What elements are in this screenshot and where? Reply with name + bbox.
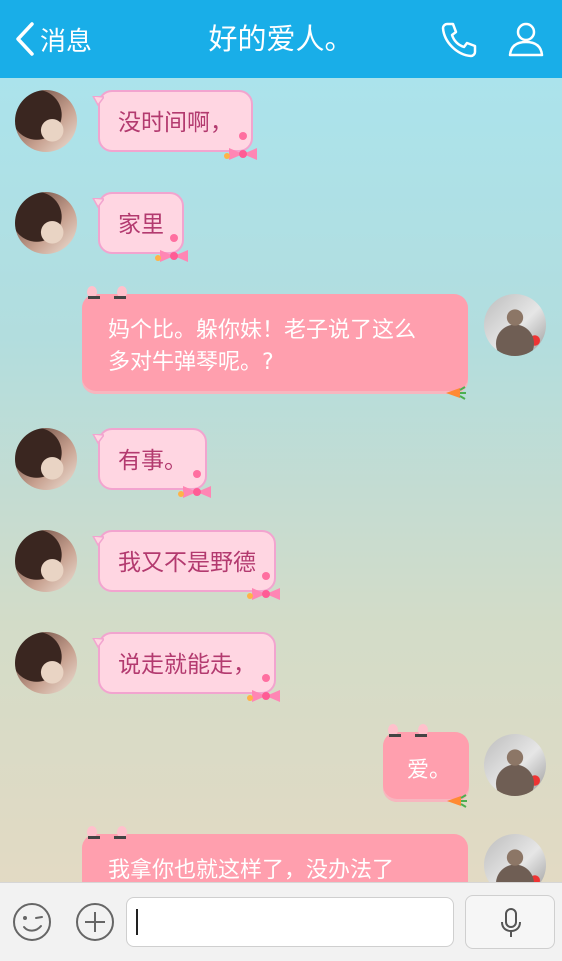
message-text-line: 爱。 — [407, 758, 452, 783]
voice-button[interactable] — [465, 895, 555, 949]
text-cursor — [136, 909, 138, 935]
user-avatar[interactable] — [484, 734, 546, 796]
message-text-line: 妈个比。躲你妹！老子说了这么 — [108, 318, 417, 343]
outgoing-message-bubble[interactable]: 爱。 — [383, 724, 469, 808]
back-button[interactable]: 消息 — [12, 18, 92, 60]
chevron-left-icon — [16, 22, 34, 56]
strawberry-bow-icon — [247, 572, 280, 600]
incoming-message-bubble[interactable]: 说走就能走， — [92, 632, 280, 702]
person-icon — [508, 22, 544, 57]
message-text: 说走就能走， — [118, 652, 256, 678]
message-input[interactable] — [126, 897, 454, 947]
chat-header: 消息 好的爱人。 — [0, 0, 562, 78]
bubble-tail — [92, 434, 104, 444]
call-button[interactable] — [438, 18, 480, 60]
strawberry-bow-icon — [155, 234, 188, 262]
incoming-message-bubble[interactable]: 有事。 — [92, 428, 211, 498]
phone-icon — [441, 22, 477, 58]
message-list[interactable]: 没时间啊， 家里 妈个比。躲你妹！老子说了这么 多对牛弹琴呢。? 有事。 我又不 — [0, 78, 562, 882]
outgoing-message-bubble[interactable]: 我拿你也就这样了，没办法了 — [82, 826, 468, 882]
outgoing-message-bubble[interactable]: 妈个比。躲你妹！老子说了这么 多对牛弹琴呢。? — [82, 286, 468, 400]
strawberry-bow-icon — [178, 470, 211, 498]
message-text: 我又不是野德 — [118, 550, 256, 576]
bubble-tail — [92, 638, 104, 648]
plus-icon — [76, 903, 114, 941]
incoming-message-bubble[interactable]: 我又不是野德 — [92, 530, 280, 600]
user-avatar[interactable] — [484, 834, 546, 882]
message-text-line: 多对牛弹琴呢。? — [108, 350, 274, 375]
back-label: 消息 — [40, 26, 93, 57]
chat-title: 好的爱人。 — [208, 22, 354, 56]
smiley-icon — [13, 903, 51, 941]
strawberry-bow-icon — [247, 674, 280, 702]
bunny-ears-icon — [388, 724, 428, 737]
incoming-message-bubble[interactable]: 家里 — [92, 192, 188, 262]
input-bar — [0, 882, 562, 961]
more-button[interactable] — [75, 902, 115, 942]
contact-avatar[interactable] — [15, 428, 77, 490]
message-text-line: 我拿你也就这样了，没办法了 — [108, 858, 395, 882]
emoji-button[interactable] — [12, 902, 52, 942]
contact-avatar[interactable] — [15, 632, 77, 694]
bubble-tail — [92, 198, 104, 208]
profile-button[interactable] — [505, 18, 547, 60]
user-avatar[interactable] — [484, 294, 546, 356]
contact-avatar[interactable] — [15, 192, 77, 254]
incoming-message-bubble[interactable]: 没时间啊， — [92, 90, 257, 160]
bubble-tail — [92, 96, 104, 106]
message-text: 没时间啊， — [118, 110, 233, 136]
strawberry-bow-icon — [224, 132, 257, 160]
bunny-ears-icon — [87, 826, 127, 839]
carrot-icon — [446, 386, 466, 400]
contact-avatar[interactable] — [15, 90, 77, 152]
carrot-icon — [447, 794, 467, 808]
bunny-ears-icon — [87, 286, 127, 299]
contact-avatar[interactable] — [15, 530, 77, 592]
microphone-icon — [501, 908, 521, 937]
bubble-tail — [92, 536, 104, 546]
